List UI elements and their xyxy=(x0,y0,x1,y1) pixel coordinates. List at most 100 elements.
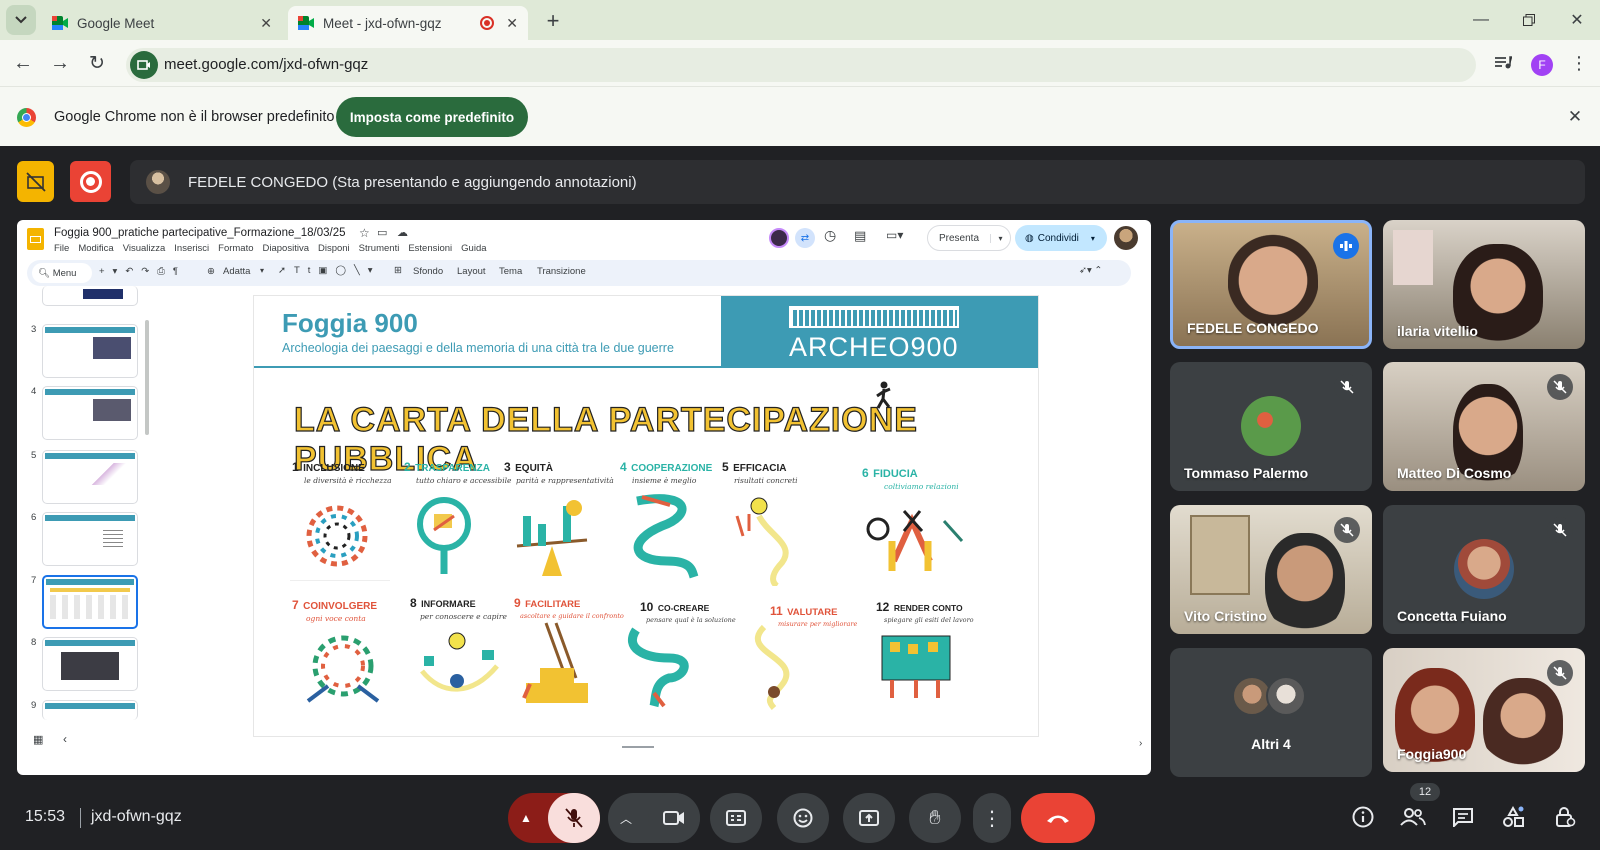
present-screen-button[interactable] xyxy=(843,793,895,843)
profile-avatar[interactable]: F xyxy=(1531,54,1553,76)
leave-call-button[interactable] xyxy=(1021,793,1095,843)
participant-tile-ilaria[interactable]: ilaria vitellio xyxy=(1383,220,1585,349)
present-button[interactable]: Presenta ▾ xyxy=(927,225,1011,251)
participant-tile-foggia900[interactable]: Foggia900 xyxy=(1383,648,1585,772)
layout-button[interactable]: Layout xyxy=(457,266,486,277)
present-to-all-icon xyxy=(859,810,879,826)
set-default-button[interactable]: Imposta come predefinito xyxy=(336,97,528,137)
history-icon[interactable]: ◷ xyxy=(824,227,836,244)
add-comment-icon[interactable]: ⊞ xyxy=(394,265,402,276)
participant-tile-matteo[interactable]: Matteo Di Cosmo xyxy=(1383,362,1585,491)
comments-icon[interactable]: ▤ xyxy=(854,228,866,244)
chat-button[interactable] xyxy=(1443,797,1483,837)
menu-extensions[interactable]: Estensioni xyxy=(408,243,452,254)
mic-toggle-button[interactable] xyxy=(548,793,600,843)
transition-button[interactable]: Transizione xyxy=(537,266,586,277)
meeting-info-button[interactable] xyxy=(1343,797,1383,837)
account-avatar[interactable] xyxy=(1114,226,1138,250)
slide-thumbnail-2[interactable] xyxy=(42,286,138,306)
background-button[interactable]: Sfondo xyxy=(413,266,443,277)
chrome-menu-icon[interactable]: ⋮ xyxy=(1564,48,1594,78)
address-bar[interactable]: meet.google.com/jxd-ofwn-gqz xyxy=(126,48,1476,82)
forward-icon[interactable]: → xyxy=(45,48,75,78)
back-icon[interactable]: ← xyxy=(8,48,38,78)
menu-tools[interactable]: Strumenti xyxy=(359,243,400,254)
meet-camera-icon[interactable]: ▭▾ xyxy=(886,228,903,242)
slide-thumbnail-9[interactable] xyxy=(42,700,138,720)
raise-hand-button[interactable]: ✋︎ xyxy=(909,793,961,843)
close-tab-icon[interactable]: ✕ xyxy=(260,15,272,32)
grid-view-icon[interactable]: ▦ xyxy=(33,733,43,746)
tab-google-meet[interactable]: Google Meet ✕ xyxy=(42,6,282,40)
menu-arrange[interactable]: Disponi xyxy=(318,243,350,254)
document-title[interactable]: Foggia 900_pratiche partecipative_Formaz… xyxy=(54,227,346,239)
share-button[interactable]: ◍ Condividi ▾ xyxy=(1015,225,1107,251)
annotations-hidden-icon[interactable] xyxy=(17,161,54,202)
slide-thumbnail-8[interactable] xyxy=(42,637,138,691)
zoom-chevron-icon[interactable]: ▾ xyxy=(260,266,264,275)
share-label: Condividi xyxy=(1037,232,1079,244)
theme-button[interactable]: Tema xyxy=(499,266,522,277)
restore-icon[interactable] xyxy=(1514,5,1544,35)
menu-format[interactable]: Formato xyxy=(218,243,253,254)
host-controls-button[interactable] xyxy=(1545,797,1585,837)
new-tab-icon[interactable]: + xyxy=(538,6,568,36)
draw-tools[interactable]: ➚Tt▣◯╲▾ xyxy=(278,265,381,276)
slide-thumbnail-7-selected[interactable] xyxy=(42,575,138,629)
recording-icon xyxy=(480,16,495,30)
inform-bulbs-illustration xyxy=(420,632,499,692)
speaker-notes-handle[interactable] xyxy=(622,746,654,748)
people-button[interactable] xyxy=(1393,797,1433,837)
collaborator-avatar[interactable] xyxy=(769,228,789,248)
recording-indicator-icon[interactable] xyxy=(70,161,111,202)
tab-title: Meet - jxd-ofwn-gqz xyxy=(323,15,442,31)
menu-edit[interactable]: Modifica xyxy=(78,243,113,254)
menu-insert[interactable]: Inserisci xyxy=(174,243,209,254)
participant-tile-vito[interactable]: Vito Cristino xyxy=(1170,505,1372,634)
tab-search-button[interactable] xyxy=(6,5,36,35)
cloud-icon[interactable]: ☁ xyxy=(397,226,408,239)
thumbnail-scrollbar[interactable] xyxy=(145,320,149,435)
side-panel-toggle-icon[interactable]: › xyxy=(1139,738,1142,749)
slide-canvas[interactable]: Foggia 900 Archeologia dei paesaggi e de… xyxy=(254,296,1038,736)
slide-thumbnail-6[interactable] xyxy=(42,512,138,566)
participant-name: Concetta Fuiano xyxy=(1397,608,1507,624)
move-folder-icon[interactable]: ▭ xyxy=(377,226,387,239)
captions-button[interactable] xyxy=(710,793,762,843)
close-infobar-icon[interactable]: ✕ xyxy=(1560,102,1590,132)
menu-view[interactable]: Visualizza xyxy=(123,243,166,254)
more-options-button[interactable]: ⋮ xyxy=(973,793,1011,843)
follow-icon[interactable]: ⇄ xyxy=(795,228,815,248)
slide-thumbnail-5[interactable] xyxy=(42,450,138,504)
participant-tile-others[interactable]: Altri 4 xyxy=(1170,648,1372,777)
bottom-divider xyxy=(80,808,81,828)
principle-4: 4 COOPERAZIONE insieme è meglio xyxy=(620,460,713,485)
activities-button[interactable] xyxy=(1493,797,1533,837)
edit-tools[interactable]: +▾↶↷⎙¶ xyxy=(99,266,186,277)
camera-toggle-button[interactable] xyxy=(648,793,700,843)
star-icon[interactable]: ☆ xyxy=(359,226,370,240)
minimize-icon[interactable]: — xyxy=(1466,5,1496,35)
collapse-panel-icon[interactable]: ‹ xyxy=(63,732,67,746)
zoom-select[interactable]: Adatta xyxy=(223,266,250,277)
pen-mode-icon[interactable]: ➶▾ ⌃ xyxy=(1079,265,1102,276)
reactions-button[interactable] xyxy=(777,793,829,843)
site-info-icon[interactable] xyxy=(130,51,158,79)
participant-tile-fedele[interactable]: FEDELE CONGEDO xyxy=(1170,220,1372,349)
slide-thumbnail-3[interactable] xyxy=(42,324,138,378)
slide-thumbnail-4[interactable] xyxy=(42,386,138,440)
tab-meet-active[interactable]: Meet - jxd-ofwn-gqz ✕ xyxy=(288,6,528,40)
participant-tile-tommaso[interactable]: Tommaso Palermo xyxy=(1170,362,1372,491)
efficacy-bulb-illustration xyxy=(735,497,789,586)
reload-icon[interactable]: ↻ xyxy=(82,48,112,78)
participant-tile-concetta[interactable]: Concetta Fuiano xyxy=(1383,505,1585,634)
menu-file[interactable]: File xyxy=(54,243,69,254)
media-control-icon[interactable] xyxy=(1488,48,1518,78)
mic-off-icon xyxy=(1334,517,1360,543)
menu-help[interactable]: Guida xyxy=(461,243,486,254)
menu-search[interactable]: 🔍︎ Menu xyxy=(32,263,92,283)
menu-slide[interactable]: Diapositiva xyxy=(263,243,309,254)
close-tab-icon[interactable]: ✕ xyxy=(506,15,518,32)
zoom-icon[interactable]: ⊕ xyxy=(207,266,215,277)
close-window-icon[interactable]: ✕ xyxy=(1562,5,1592,35)
